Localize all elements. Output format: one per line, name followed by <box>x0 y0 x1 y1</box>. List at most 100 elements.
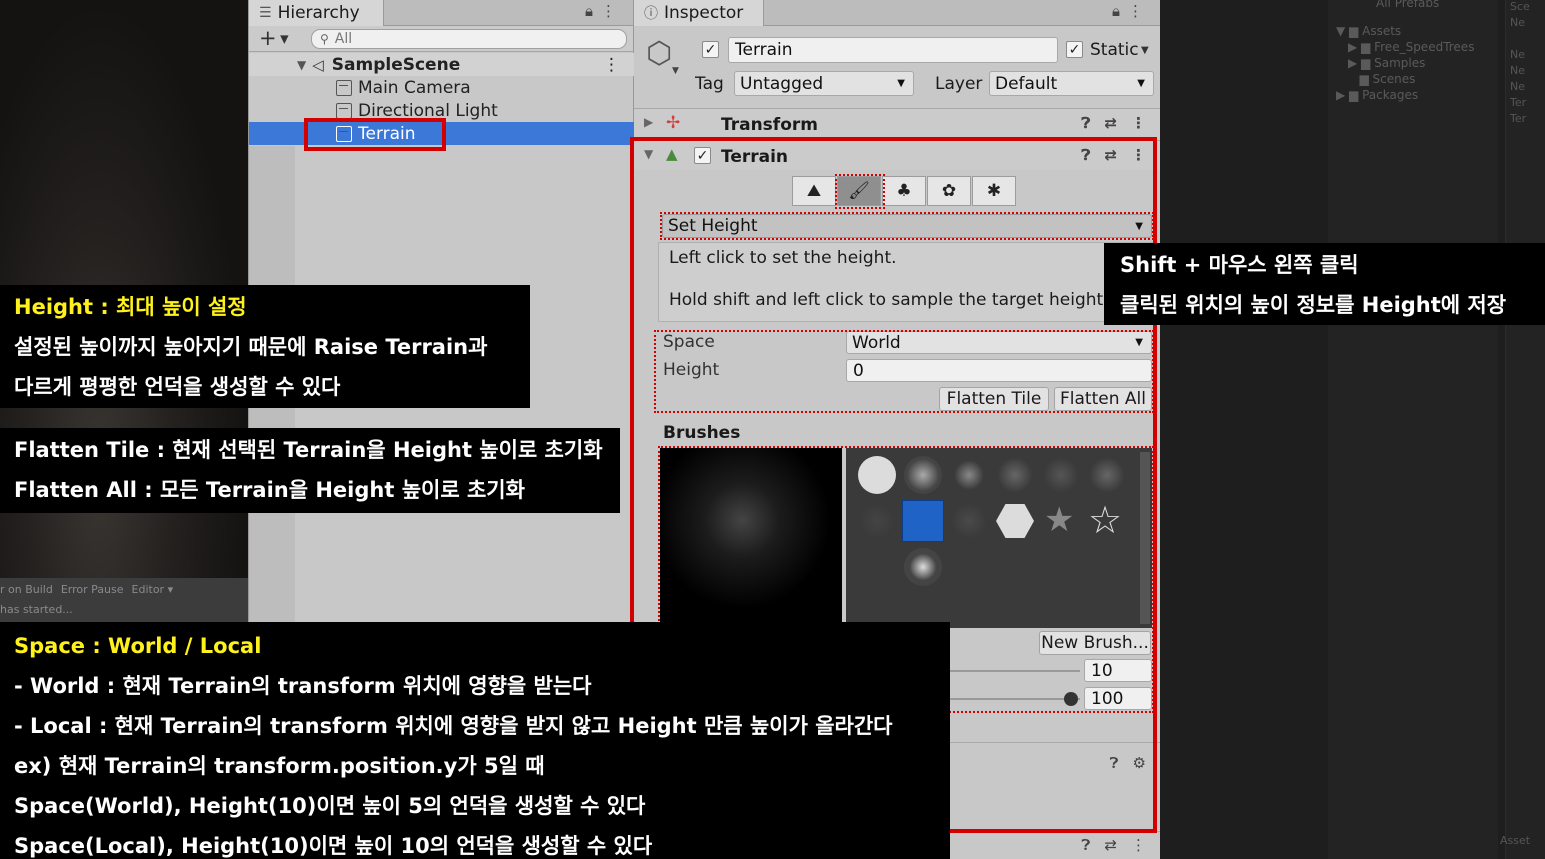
folder-label: Samples <box>1374 56 1426 70</box>
asset-item[interactable]: Ne <box>1510 80 1525 93</box>
active-checkbox[interactable]: ✓ <box>702 41 719 58</box>
project-item-scenes[interactable]: ▆ Scenes <box>1348 72 1415 86</box>
layer-label: Layer <box>935 74 983 94</box>
space-annotation-title: Space : World / Local <box>14 634 262 658</box>
transform-component-header[interactable]: ▶ ✢ Transform ❓︎ ⇄ ⋮ <box>634 108 1160 138</box>
shift-click-annotation: Shift + 마우스 왼쪽 클릭 클릭된 위치의 높이 정보를 Height에… <box>1104 243 1545 325</box>
chevron-down-icon[interactable]: ▼ <box>1141 45 1149 56</box>
folder-label: Scenes <box>1372 72 1416 86</box>
folder-icon: ▆ <box>1361 40 1371 54</box>
asset-item[interactable]: Ne <box>1510 64 1525 77</box>
project-item-all-prefabs[interactable]: All Prefabs <box>1376 0 1439 10</box>
more-menu-icon[interactable]: ⋮ <box>1131 114 1146 132</box>
flatten-annotation: Flatten Tile : 현재 선택된 Terrain을 Height 높이… <box>0 428 620 513</box>
layer-dropdown[interactable]: Default ▼ <box>989 71 1154 96</box>
layer-value: Default <box>995 73 1058 94</box>
chevron-down-icon: ▼ <box>672 66 679 76</box>
project-item-free-speedtrees[interactable]: ▶ ▆ Free_SpeedTrees <box>1348 40 1474 54</box>
gameobject-large-icon: ⬡ <box>646 36 673 71</box>
console-editor-dropdown[interactable]: Editor ▾ <box>132 583 174 599</box>
height-annotation-line1: 설정된 높이까지 높아지기 때문에 Raise Terrain과 <box>14 335 488 359</box>
search-placeholder: All <box>334 31 353 47</box>
folder-label: Packages <box>1362 88 1419 102</box>
example-annotation: ex) 현재 Terrain의 transform.position.y가 5일… <box>14 754 545 778</box>
gameobject-icon <box>336 102 352 119</box>
scene-menu-icon[interactable]: ⋮ <box>603 55 620 75</box>
example-world-annotation: Space(World), Height(10)이면 높이 5의 언덕을 생성할… <box>14 794 646 818</box>
hierarchy-tab-icons: 🔒︎ ⋮ <box>585 2 616 20</box>
console-toolbar: r on Build Error Pause Editor ▾ has star… <box>0 578 248 622</box>
flatten-all-annotation: Flatten All : 모든 Terrain을 Height 높이로 초기화 <box>14 478 525 502</box>
help-icon[interactable]: ❓︎ <box>1081 836 1090 854</box>
console-clear-on-build[interactable]: r on Build <box>0 583 53 599</box>
component-header-icons: ❓︎ ⇄ ⋮ <box>1081 114 1146 132</box>
inspector-title: Inspector <box>664 3 744 23</box>
console-error-pause[interactable]: Error Pause <box>61 583 124 599</box>
folder-icon: ▆ <box>1349 24 1359 38</box>
scene-row[interactable]: ▼ ◁ SampleScene ⋮ <box>249 53 634 76</box>
tag-dropdown[interactable]: Untagged ▼ <box>734 71 914 96</box>
transform-axes-icon: ✢ <box>666 113 681 133</box>
project-item-assets[interactable]: ▼ ▆ Assets <box>1336 24 1401 38</box>
inspector-tabbar: ⓘ Inspector 🔒︎ ⋮ <box>634 0 1160 26</box>
preset-icon[interactable]: ⇄ <box>1104 114 1117 132</box>
hierarchy-search-input[interactable]: ⚲ All <box>311 29 627 49</box>
more-menu-icon[interactable]: ⋮ <box>1128 2 1143 20</box>
more-menu-icon[interactable]: ⋮ <box>601 2 616 20</box>
static-checkbox[interactable]: ✓ <box>1066 41 1083 58</box>
hierarchy-item-label: Main Camera <box>358 77 471 98</box>
inspector-tab-icons: 🔒︎ ⋮ <box>1112 2 1143 20</box>
inspector-tab[interactable]: ⓘ Inspector <box>634 0 764 26</box>
shift-annotation-line: 클릭된 위치의 높이 정보를 Height에 저장 <box>1120 293 1507 317</box>
tag-value: Untagged <box>740 73 824 94</box>
unity-scene-icon: ◁ <box>312 55 324 74</box>
asset-item[interactable]: Ter <box>1510 112 1526 125</box>
folder-label: Assets <box>1362 24 1402 38</box>
lock-icon[interactable]: 🔒︎ <box>585 2 593 20</box>
example-local-annotation: Space(Local), Height(10)이면 높이 10의 언덕을 생성… <box>14 834 653 858</box>
asset-item[interactable]: Ne <box>1510 48 1525 61</box>
folder-icon: ▆ <box>1361 56 1371 70</box>
folder-icon: ▆ <box>1359 72 1369 86</box>
asset-item[interactable]: Asset <box>1500 834 1530 847</box>
chevron-down-icon: ▼ <box>897 78 905 89</box>
height-annotation: Height : 최대 높이 설정 설정된 높이까지 높아지기 때문에 Rais… <box>0 285 530 408</box>
project-panel: All Prefabs ▼ ▆ Assets ▶ ▆ Free_SpeedTre… <box>1328 0 1498 859</box>
gameobject-icon <box>336 79 352 96</box>
hierarchy-toolbar: + ▼ ⚲ All <box>249 26 633 52</box>
list-icon: ☰ <box>259 5 272 21</box>
tag-label: Tag <box>695 74 724 94</box>
help-icon[interactable]: ❓︎ <box>1081 114 1090 132</box>
folder-icon: ▆ <box>1349 88 1359 102</box>
project-item-samples[interactable]: ▶ ▆ Samples <box>1348 56 1425 70</box>
asset-item[interactable]: Sce <box>1510 0 1530 13</box>
space-annotation: Space : World / Local - World : 현재 Terra… <box>0 622 950 859</box>
search-icon: ⚲ <box>320 32 329 46</box>
expand-arrow-icon[interactable]: ▼ <box>297 58 306 72</box>
add-object-button[interactable]: + ▼ <box>259 26 289 50</box>
transform-label: Transform <box>721 115 818 135</box>
hierarchy-item-main-camera[interactable]: Main Camera <box>249 76 634 99</box>
static-label[interactable]: Static <box>1090 40 1139 60</box>
project-item-packages[interactable]: ▶ ▆ Packages <box>1336 88 1418 102</box>
info-icon: ⓘ <box>644 6 658 22</box>
hierarchy-tab[interactable]: ☰ Hierarchy <box>249 0 384 26</box>
asset-item[interactable]: Ne <box>1510 16 1525 29</box>
lock-icon[interactable]: 🔒︎ <box>1112 2 1120 20</box>
hierarchy-title: Hierarchy <box>277 3 360 23</box>
object-name-field[interactable]: Terrain <box>728 37 1058 63</box>
more-menu-icon[interactable]: ⋮ <box>1131 836 1146 854</box>
scene-name: SampleScene <box>331 54 461 75</box>
height-annotation-title: Height : 최대 높이 설정 <box>14 295 247 319</box>
next-component-icons: ❓︎ ⇄ ⋮ <box>1081 836 1146 854</box>
chevron-down-icon: ▼ <box>1137 78 1145 89</box>
project-asset-list: Sce Ne Ne Ne Ne Ter Ter Asset <box>1500 0 1545 859</box>
terrain-highlight-box <box>304 118 446 151</box>
hierarchy-tabbar: ☰ Hierarchy 🔒︎ ⋮ <box>249 0 633 26</box>
collapsed-arrow-icon[interactable]: ▶ <box>644 115 653 129</box>
space-world-annotation: - World : 현재 Terrain의 transform 위치에 영향을 … <box>14 674 592 698</box>
preset-icon[interactable]: ⇄ <box>1104 836 1117 854</box>
space-local-annotation: - Local : 현재 Terrain의 transform 위치에 영향을 … <box>14 714 893 738</box>
asset-item[interactable]: Ter <box>1510 96 1526 109</box>
console-status: has started... <box>0 603 73 616</box>
